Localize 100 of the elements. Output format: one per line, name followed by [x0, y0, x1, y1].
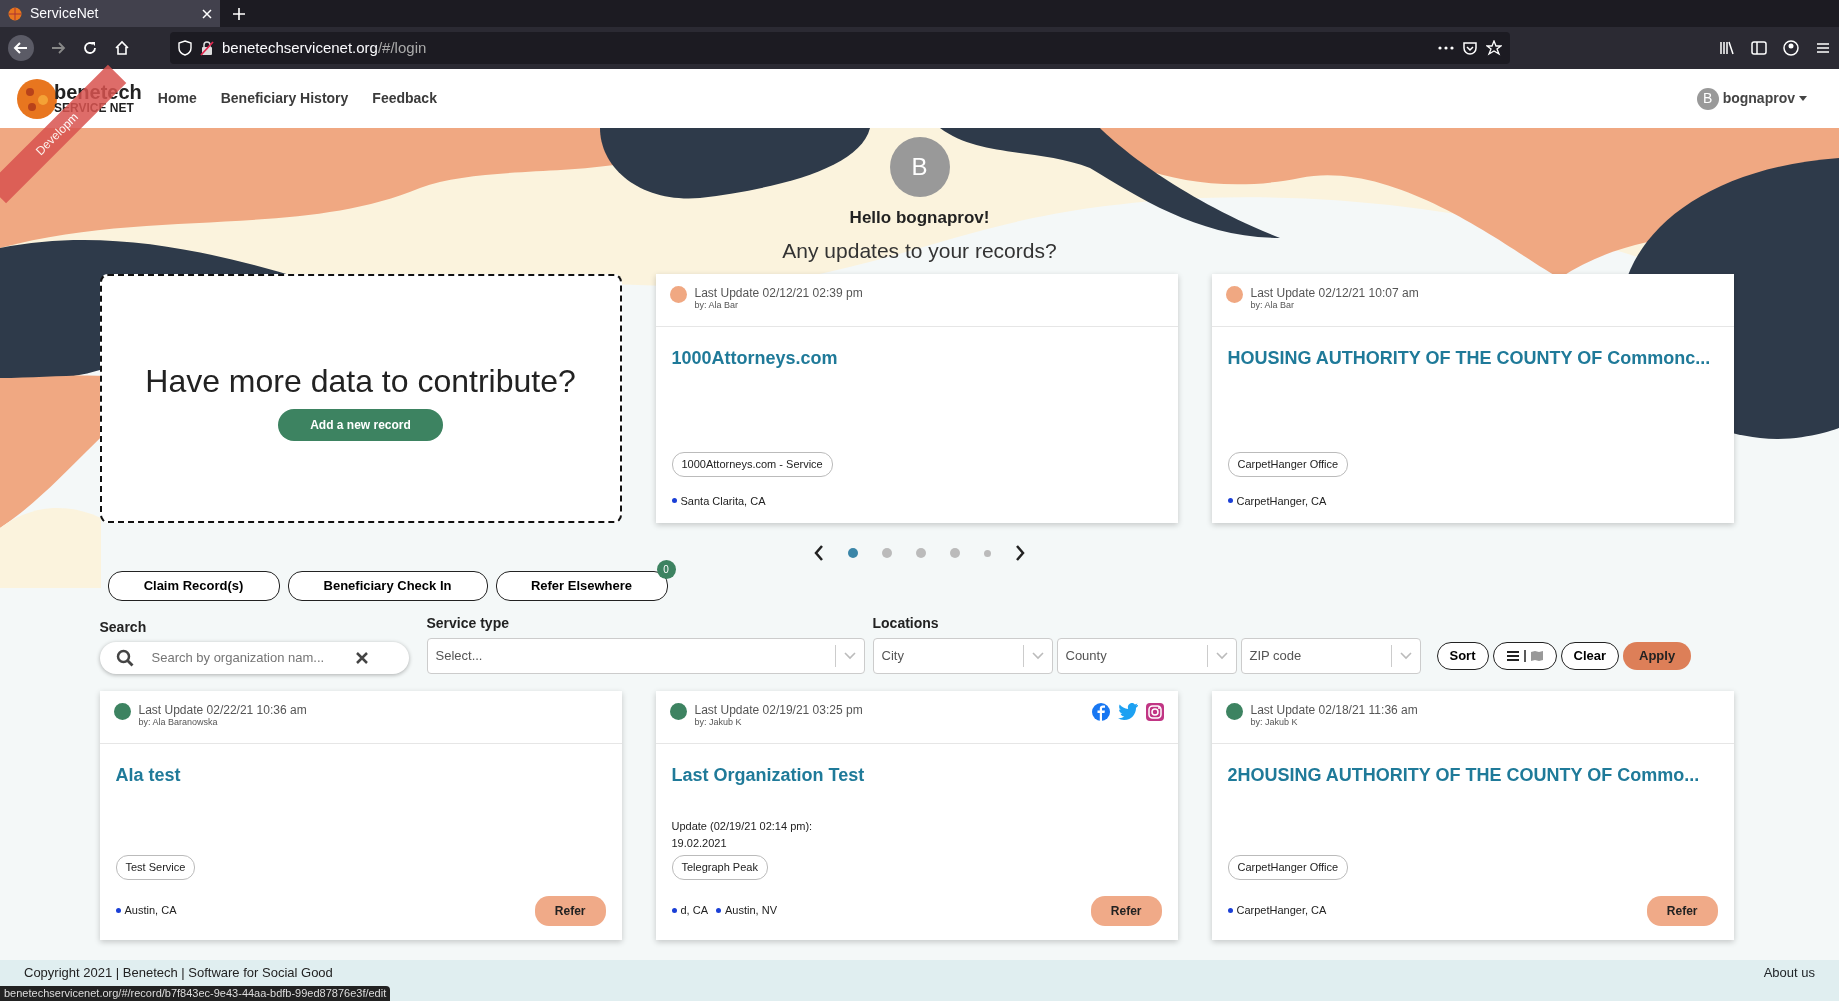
nav-link[interactable]: Feedback — [372, 88, 437, 109]
location-dot — [716, 908, 721, 913]
user-menu[interactable]: B bognaprov — [1696, 87, 1807, 110]
updated-by: by: Ala Bar — [1250, 300, 1296, 312]
chevron-right-icon[interactable] — [1015, 545, 1025, 561]
search-field[interactable]: Search by organization nam... — [99, 641, 409, 674]
refer-button[interactable]: Refer — [1646, 895, 1718, 926]
carousel-dot[interactable] — [848, 548, 858, 558]
action-button[interactable]: Claim Record(s) — [107, 571, 280, 601]
location-dot — [671, 498, 677, 504]
select-field[interactable]: ZIP code — [1240, 637, 1421, 674]
filter-label: Service type — [426, 613, 510, 633]
location-text: CarpetHanger, CA — [1236, 493, 1327, 509]
service-tag: CarpetHanger Office — [1227, 855, 1349, 880]
address-bar[interactable]: benetechservicenet.org/#/login — [170, 32, 1510, 64]
forward-icon[interactable] — [50, 40, 66, 56]
sort-button[interactable]: Sort — [1436, 641, 1489, 670]
map-icon — [1529, 649, 1544, 662]
copyright-text: Copyright 2021 | Benetech | Software for Social Good — [24, 964, 333, 982]
update-date: Last Update 02/12/21 10:07 am — [1250, 286, 1419, 301]
facebook-icon[interactable] — [1091, 702, 1110, 721]
location-dot — [115, 908, 121, 913]
chevron-down-icon — [843, 651, 856, 660]
menu-icon[interactable] — [1815, 40, 1831, 56]
location-dot — [1227, 908, 1233, 913]
library-icon[interactable] — [1719, 40, 1735, 56]
search-icon — [115, 648, 134, 667]
location-text: Austin, CA — [124, 903, 177, 919]
location-text: d, CA — [680, 903, 708, 919]
view-toggle[interactable] — [1492, 641, 1557, 670]
update-date: Last Update 02/19/21 03:25 pm — [694, 702, 863, 717]
filter-label: Locations — [872, 613, 940, 633]
chevron-down-icon — [1399, 651, 1412, 660]
updated-by: by: Jakub K — [694, 716, 742, 728]
location-text: CarpetHanger, CA — [1236, 903, 1327, 919]
about-link[interactable]: About us — [1763, 963, 1815, 983]
updated-by: by: Ala Baranowska — [138, 716, 219, 728]
select-field[interactable]: County — [1056, 637, 1237, 674]
chevron-left-icon[interactable] — [814, 545, 824, 561]
pocket-icon[interactable] — [1462, 40, 1478, 56]
chevron-down-icon — [1215, 651, 1228, 660]
update-date: Last Update 02/22/21 10:36 am — [138, 702, 307, 717]
service-tag: Test Service — [115, 855, 196, 880]
select-field[interactable]: Select... — [426, 637, 865, 674]
refer-button[interactable]: Refer — [1090, 895, 1162, 926]
greeting-text: Hello bognaprov! — [849, 207, 990, 229]
prompt-heading: Any updates to your records? — [782, 237, 1057, 264]
updated-by: by: Ala Bar — [694, 300, 740, 312]
action-button[interactable]: Beneficiary Check In — [287, 571, 488, 601]
status-url: benetechservicenet.org/#/record/b7f843ec-9e43-44aa-bdfb-99ed87876e3f/edit — [0, 986, 391, 1001]
clear-button[interactable]: Clear — [1560, 641, 1620, 670]
service-tag: 1000Attorneys.com - Service — [671, 452, 833, 477]
user-name: bognaprov — [1722, 89, 1795, 108]
camera-icon[interactable] — [1145, 702, 1164, 721]
refer-button[interactable]: Refer — [534, 895, 606, 926]
back-icon[interactable] — [8, 35, 34, 61]
location-text: Austin, NV — [725, 903, 777, 919]
chevron-down-icon — [1031, 651, 1044, 660]
plus-icon[interactable] — [232, 6, 246, 21]
carousel-dot[interactable] — [882, 548, 892, 558]
nav-link[interactable]: Beneficiary History — [220, 88, 349, 109]
service-tag: CarpetHanger Office — [1227, 452, 1349, 477]
list-icon — [1505, 649, 1520, 662]
divider-icon — [1523, 649, 1526, 662]
bird-icon[interactable] — [1117, 702, 1138, 720]
carousel-dot[interactable] — [950, 548, 960, 558]
reload-icon[interactable] — [82, 40, 98, 56]
account-icon[interactable] — [1783, 40, 1799, 56]
url-text: benetechservicenet.org/#/login — [222, 37, 428, 58]
nav-link[interactable]: Home — [157, 88, 197, 109]
contribute-heading: Have more data to contribute? — [145, 361, 576, 401]
update-date: Last Update 02/18/21 11:36 am — [1250, 702, 1418, 717]
filter-label: Search — [99, 617, 148, 637]
lock-icon — [200, 40, 214, 56]
clear-icon[interactable] — [355, 651, 368, 664]
browser-tab[interactable]: ServiceNet — [0, 0, 220, 27]
record-title[interactable]: HOUSING AUTHORITY OF THE COUNTY OF Commonc... — [1227, 345, 1718, 372]
record-title[interactable]: Last Organization Test — [671, 761, 1162, 789]
close-icon[interactable] — [202, 8, 212, 19]
shield-icon — [178, 40, 192, 56]
apply-button[interactable]: Apply — [1623, 641, 1692, 670]
location-dot — [671, 908, 677, 913]
carousel-dot[interactable] — [984, 549, 991, 557]
home-icon[interactable] — [114, 40, 130, 56]
more-icon[interactable] — [1438, 46, 1454, 50]
globe-icon — [8, 6, 22, 21]
user-avatar: B — [1696, 87, 1719, 110]
location-text: Santa Clarita, CA — [680, 493, 766, 509]
record-title[interactable]: Ala test — [115, 761, 606, 789]
record-title[interactable]: 2HOUSING AUTHORITY OF THE COUNTY OF Commo... — [1227, 761, 1718, 789]
star-icon[interactable] — [1486, 40, 1502, 56]
search-input[interactable]: Search by organization nam... — [149, 646, 340, 669]
carousel-dot[interactable] — [916, 548, 926, 558]
sidebar-icon[interactable] — [1751, 40, 1767, 56]
record-title[interactable]: 1000Attorneys.com — [671, 345, 1162, 372]
add-record-button[interactable]: Add a new record — [278, 408, 443, 441]
location-dot — [1227, 498, 1233, 504]
select-field[interactable]: City — [872, 637, 1053, 674]
service-tag: Telegraph Peak — [671, 855, 768, 880]
caret-icon — [1799, 96, 1807, 101]
